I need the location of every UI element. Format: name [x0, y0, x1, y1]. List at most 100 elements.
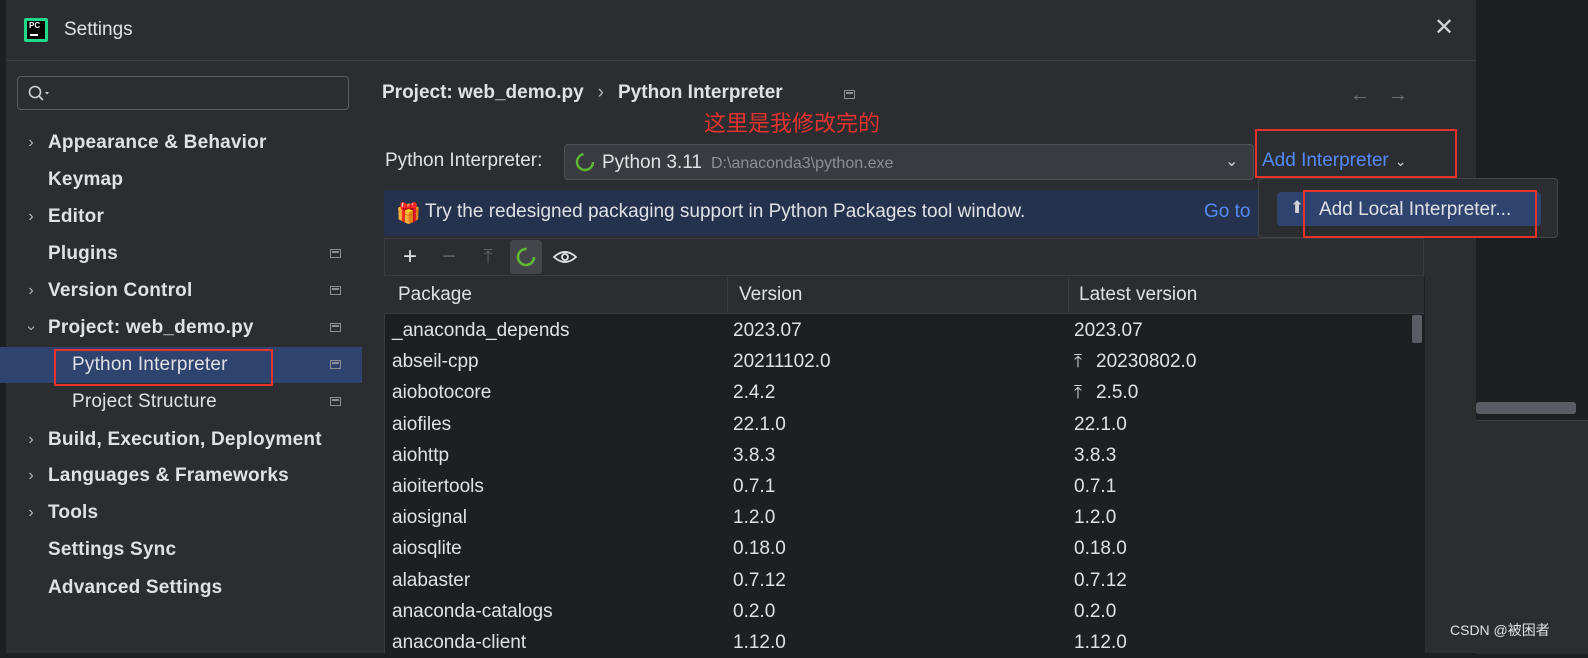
table-scrollbar[interactable]: [1412, 315, 1422, 343]
version-cell: 1.12.0: [733, 632, 786, 653]
add-package-icon[interactable]: +: [394, 240, 426, 274]
latest-version-value: 0.7.12: [1074, 570, 1127, 591]
column-divider: [727, 277, 728, 313]
interpreter-label: Python Interpreter:: [385, 150, 543, 171]
upgrade-available-icon: ⤒: [1074, 351, 1082, 371]
interpreter-select[interactable]: Python 3.11 D:\anaconda3\python.exe ⌄: [564, 144, 1254, 180]
version-cell: 20211102.0: [733, 351, 831, 372]
version-cell: 2.4.2: [733, 382, 776, 403]
annotation-highlight-box: [1255, 129, 1457, 178]
chevron-right-icon: ›: [28, 134, 34, 151]
column-header-version[interactable]: Version: [739, 284, 802, 306]
sidebar-item-build-execution-deployment[interactable]: › Build, Execution, Deployment: [0, 422, 362, 458]
package-name-cell: anaconda-client: [392, 632, 527, 653]
chevron-right-icon: ›: [28, 208, 34, 225]
back-arrow-icon[interactable]: ←: [1350, 84, 1370, 107]
sidebar-item-languages-frameworks[interactable]: › Languages & Frameworks: [0, 458, 362, 494]
sidebar-item-keymap[interactable]: Keymap: [0, 162, 362, 198]
sidebar-item-plugins[interactable]: Plugins: [0, 236, 362, 272]
upgrade-package-icon[interactable]: ⤒: [472, 240, 504, 274]
banner-text: Try the redesigned packaging support in …: [425, 201, 1026, 222]
latest-version-value: 1.12.0: [1074, 632, 1127, 653]
package-name-cell: abseil-cpp: [392, 351, 479, 372]
package-name-cell: aiosignal: [392, 507, 467, 528]
sidebar-item-project-structure[interactable]: Project Structure: [0, 384, 362, 420]
latest-version-value: 0.7.1: [1074, 476, 1117, 497]
version-cell: 1.2.0: [733, 507, 776, 528]
ide-backdrop-panel: [1476, 420, 1588, 654]
project-settings-icon: [330, 249, 341, 258]
package-name-cell: alabaster: [392, 570, 471, 591]
sidebar-item-settings-sync[interactable]: Settings Sync: [0, 532, 362, 568]
column-header-latest-version[interactable]: Latest version: [1079, 284, 1197, 306]
version-cell: 0.2.0: [733, 601, 776, 622]
sidebar-item-advanced-settings[interactable]: Advanced Settings: [0, 570, 362, 606]
table-row[interactable]: anaconda-catalogs 0.2.0 0.2.0: [385, 596, 1410, 627]
refresh-icon[interactable]: [510, 240, 542, 274]
table-row[interactable]: aioitertools 0.7.1 0.7.1: [385, 471, 1410, 502]
search-input[interactable]: [17, 76, 349, 110]
latest-version-value: 2.5.0: [1096, 382, 1139, 403]
package-name-cell: aiohttp: [392, 445, 450, 466]
title-bar: PC Settings ✕: [6, 0, 1476, 61]
project-settings-icon: [844, 90, 855, 99]
table-header: [384, 277, 1424, 314]
table-row[interactable]: aiobotocore 2.4.2 ⤒ 2.5.0: [385, 377, 1410, 408]
chevron-right-icon: ›: [28, 282, 34, 299]
table-row[interactable]: alabaster 0.7.12 0.7.12: [385, 565, 1410, 596]
breadcrumb: Project: web_demo.py › Python Interpreter: [382, 82, 783, 104]
sidebar-item-project[interactable]: › Project: web_demo.py: [0, 310, 362, 346]
version-cell: 3.8.3: [733, 445, 776, 466]
latest-version-cell: 22.1.0: [1074, 409, 1127, 440]
latest-version-cell: 1.2.0: [1074, 502, 1116, 533]
column-header-package[interactable]: Package: [398, 284, 472, 306]
column-divider: [1068, 277, 1069, 313]
version-cell: 0.7.1: [733, 476, 776, 497]
table-row[interactable]: aiohttp 3.8.3 3.8.3: [385, 440, 1410, 471]
gift-icon: 🎁: [396, 203, 421, 225]
table-row[interactable]: aiofiles 22.1.0 22.1.0: [385, 409, 1410, 440]
sidebar-item-tools[interactable]: › Tools: [0, 495, 362, 531]
interpreter-path: D:\anaconda3\python.exe: [711, 155, 894, 172]
interpreter-name: Python 3.11: [602, 152, 703, 173]
table-row[interactable]: abseil-cpp 20211102.0 ⤒ 20230802.0: [385, 346, 1410, 377]
latest-version-cell: 0.7.1: [1074, 471, 1116, 502]
chevron-down-icon: ›: [23, 325, 40, 331]
watermark: CSDN @被困者: [1450, 622, 1550, 638]
annotation-highlight-box: [1303, 190, 1537, 238]
table-row[interactable]: _anaconda_depends 2023.07 2023.07: [385, 315, 1410, 346]
latest-version-cell: ⤒ 20230802.0: [1074, 346, 1196, 377]
python-interpreter-icon: [575, 152, 595, 172]
sidebar-item-appearance-behavior[interactable]: › Appearance & Behavior: [0, 125, 362, 161]
version-cell: 0.18.0: [733, 538, 786, 559]
show-early-releases-eye-icon[interactable]: [549, 240, 581, 274]
latest-version-cell: 0.7.12: [1074, 565, 1127, 596]
latest-version-cell: 0.2.0: [1074, 596, 1116, 627]
sidebar-item-version-control[interactable]: › Version Control: [0, 273, 362, 309]
sidebar-item-editor[interactable]: › Editor: [0, 199, 362, 235]
breadcrumb-current: Python Interpreter: [618, 82, 783, 103]
latest-version-value: 0.18.0: [1074, 538, 1127, 559]
latest-version-cell: 1.12.0: [1074, 627, 1127, 658]
version-cell: 22.1.0: [733, 414, 786, 435]
latest-version-value: 1.2.0: [1074, 507, 1117, 528]
table-row[interactable]: aiosignal 1.2.0 1.2.0: [385, 502, 1410, 533]
breadcrumb-parent[interactable]: Project: web_demo.py: [382, 82, 584, 103]
table-row[interactable]: aiosqlite 0.18.0 0.18.0: [385, 533, 1410, 564]
package-name-cell: _anaconda_depends: [392, 320, 570, 341]
version-cell: 0.7.12: [733, 570, 786, 591]
project-settings-icon: [330, 397, 341, 406]
banner-goto-link[interactable]: Go to: [1204, 201, 1250, 223]
close-icon[interactable]: ✕: [1432, 16, 1456, 40]
package-name-cell: aiobotocore: [392, 382, 492, 403]
forward-arrow-icon[interactable]: →: [1388, 84, 1408, 107]
table-row[interactable]: anaconda-client 1.12.0 1.12.0: [385, 627, 1410, 658]
latest-version-cell: 3.8.3: [1074, 440, 1116, 471]
search-icon: [28, 85, 49, 101]
dialog-title: Settings: [64, 19, 133, 40]
package-name-cell: anaconda-catalogs: [392, 601, 553, 622]
latest-version-value: 22.1.0: [1074, 414, 1127, 435]
chevron-right-icon: ›: [28, 431, 34, 448]
latest-version-cell: 0.18.0: [1074, 533, 1127, 564]
remove-package-icon[interactable]: −: [433, 240, 465, 274]
